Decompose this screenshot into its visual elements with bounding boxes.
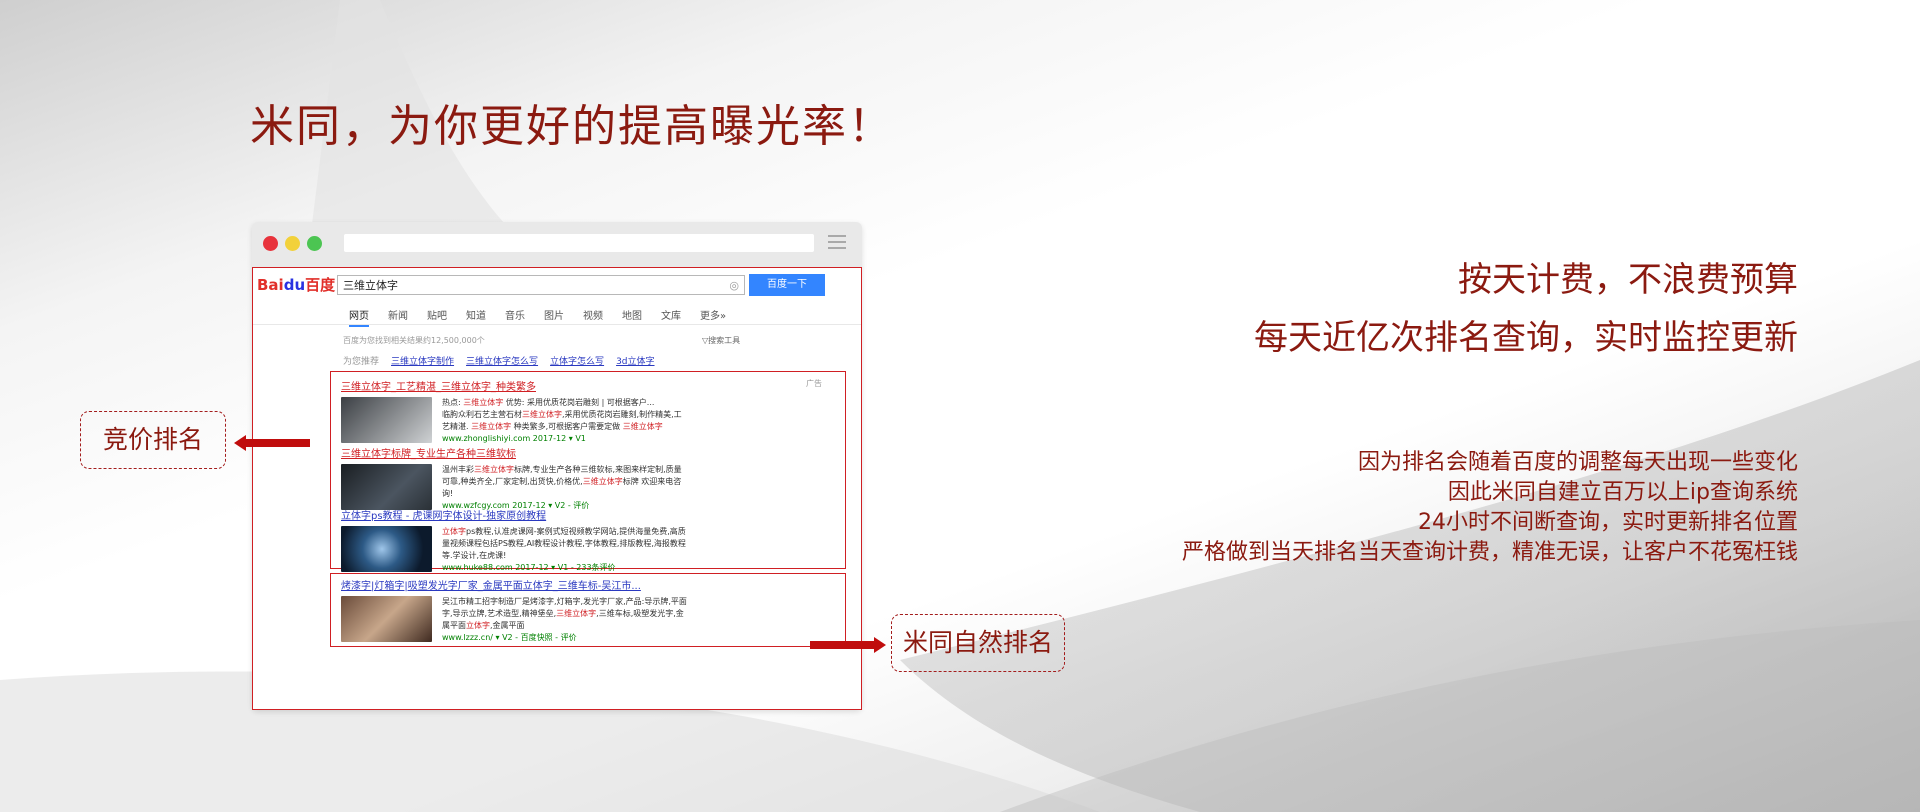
baidu-results-page: Baidu百度 三维立体字 ◎ 百度一下 网页 新闻 贴吧 知道 音乐 图片 视…	[252, 267, 862, 710]
baidu-logo: Baidu百度	[257, 276, 336, 294]
result-thumbnail[interactable]	[341, 526, 432, 572]
result-title[interactable]: 立体字ps教程 - 虎课网字体设计-独家原创教程	[341, 507, 771, 522]
recommend-label: 为您推荐	[343, 357, 380, 367]
search-result: 三维立体字标牌_专业生产各种三维软标 温州丰彩三维立体字标牌,专业生产各种三维软…	[341, 445, 771, 512]
recommend-row: 为您推荐 三维立体字制作 三维立体字怎么写 立体字怎么写 3d立体字	[343, 354, 655, 367]
feature-detail-1: 因为排名会随着百度的调整每天出现一些变化	[1357, 450, 1798, 475]
hamburger-menu-icon[interactable]	[828, 235, 846, 253]
ad-label: 广告	[806, 379, 822, 388]
page-headline: 米同，为你更好的提高曝光率！	[250, 101, 894, 152]
result-thumbnail[interactable]	[341, 397, 432, 443]
browser-mockup: Baidu百度 三维立体字 ◎ 百度一下 网页 新闻 贴吧 知道 音乐 图片 视…	[252, 222, 862, 710]
result-title[interactable]: 三维立体字_工艺精湛_三维立体字_种类繁多	[341, 378, 771, 393]
search-result: 立体字ps教程 - 虎课网字体设计-独家原创教程 立体字ps教程,认准虎课网-案…	[341, 507, 771, 574]
result-title[interactable]: 三维立体字标牌_专业生产各种三维软标	[341, 445, 771, 460]
recommend-link[interactable]: 立体字怎么写	[550, 354, 604, 367]
recommend-link[interactable]: 3d立体字	[616, 354, 654, 367]
result-thumbnail[interactable]	[341, 596, 432, 642]
paw-icon: du	[283, 276, 306, 294]
arrow-left-icon	[234, 435, 310, 451]
search-result: 烤漆字|灯箱字|吸塑发光字厂家_金属平面立体字_三维车标-吴江市... 吴江市精…	[341, 577, 771, 644]
camera-icon[interactable]: ◎	[729, 276, 739, 296]
result-url[interactable]: www.zhonglishiyi.com 2017-12 ▾ V1	[442, 433, 682, 445]
search-tools-link[interactable]: ▽搜索工具	[702, 335, 740, 346]
search-button[interactable]: 百度一下	[749, 274, 825, 296]
feature-detail-2: 因此米同自建立百万以上ip查询系统	[1447, 480, 1798, 505]
result-url[interactable]: www.lzzz.cn/ ▾ V2 - 百度快照 - 评价	[442, 632, 687, 644]
recommend-link[interactable]: 三维立体字怎么写	[466, 354, 538, 367]
feature-detail-4: 严格做到当天排名当天查询计费，精准无误，让客户不花冤枉钱	[1181, 540, 1798, 565]
address-bar[interactable]	[344, 234, 814, 252]
result-count: 百度为您找到相关结果约12,500,000个	[343, 336, 485, 345]
feature-headline-1: 按天计费，不浪费预算	[1458, 260, 1798, 300]
tab-divider	[253, 324, 861, 325]
close-dot-icon	[263, 236, 278, 251]
recommend-link[interactable]: 三维立体字制作	[391, 354, 454, 367]
maximize-dot-icon	[307, 236, 322, 251]
feature-headline-2: 每天近亿次排名查询，实时监控更新	[1254, 318, 1798, 358]
minimize-dot-icon	[285, 236, 300, 251]
arrow-right-icon	[810, 637, 886, 653]
search-input[interactable]: 三维立体字 ◎	[337, 275, 745, 295]
organic-ranking-callout: 米同自然排名	[891, 614, 1065, 672]
search-result: 三维立体字_工艺精湛_三维立体字_种类繁多 热点: 三维立体字 优势: 采用优质…	[341, 378, 771, 445]
result-title[interactable]: 烤漆字|灯箱字|吸塑发光字厂家_金属平面立体字_三维车标-吴江市...	[341, 577, 771, 592]
result-thumbnail[interactable]	[341, 464, 432, 510]
paid-ranking-callout: 竞价排名	[80, 411, 226, 469]
feature-detail-3: 24小时不间断查询，实时更新排名位置	[1418, 510, 1798, 535]
